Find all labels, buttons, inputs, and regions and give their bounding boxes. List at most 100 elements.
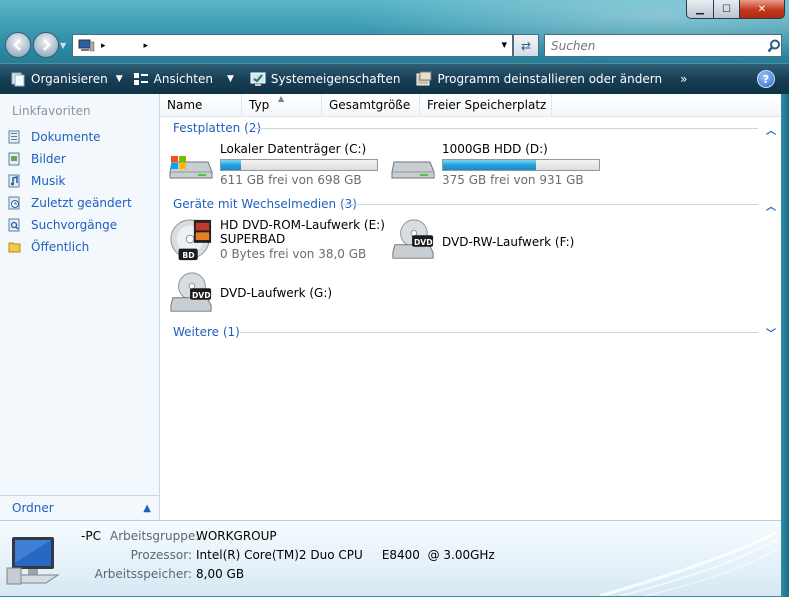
workgroup-row: Arbeitsgruppe: WORKGROUP: [110, 529, 277, 543]
chevron-down-icon: ▼: [115, 74, 123, 84]
column-headers: Name Typ ▲ Gesamtgröße Freier Speicherpl…: [160, 94, 781, 117]
minimize-button[interactable]: ▁: [686, 0, 714, 19]
uninstall-program-button[interactable]: Programm deinstallieren oder ändern: [412, 66, 666, 92]
search-box[interactable]: [544, 34, 782, 57]
column-header-total-size[interactable]: Gesamtgröße: [322, 94, 420, 116]
processor-label: Prozessor:: [130, 548, 192, 562]
group-header-hard-disks[interactable]: Festplatten (2): [173, 121, 261, 135]
drive-usage-fill: [443, 160, 537, 170]
processor-row: Prozessor: Intel(R) Core(TM)2 Duo CPU E8…: [110, 548, 495, 562]
address-bar[interactable]: ▸ ▸ ▾: [72, 34, 513, 57]
organize-menu[interactable]: Organisieren ▼: [6, 66, 127, 92]
sidebar-item-documents[interactable]: Dokumente: [8, 126, 132, 148]
column-label: Typ: [249, 98, 270, 112]
views-label: Ansichten: [153, 72, 213, 86]
dvd-badge: DVD: [414, 238, 433, 247]
group-divider: [240, 332, 758, 333]
system-properties-label: Systemeigenschaften: [270, 72, 401, 86]
drive-free-space: 375 GB frei von 931 GB: [442, 173, 584, 187]
programs-icon: [416, 71, 432, 86]
processor-value: Intel(R) Core(TM)2 Duo CPU E8400 @ 3.00G…: [196, 548, 495, 562]
drive-e[interactable]: BD HD DVD-ROM-Laufwerk (E:) SUPERBAD 0 B…: [168, 218, 385, 262]
drive-free-space: 611 GB frei von 698 GB: [220, 173, 362, 187]
chevron-down-icon[interactable]: ﹀: [766, 325, 776, 340]
dvd-rw-drive-icon: DVD: [392, 219, 434, 259]
bluray-drive-icon: BD: [170, 219, 212, 260]
more-commands-button[interactable]: »: [676, 66, 691, 92]
column-label: Gesamtgröße: [329, 98, 411, 112]
window-caption-buttons: ▁ ☐ ✕: [686, 0, 785, 20]
drive-info: HD DVD-ROM-Laufwerk (E:) SUPERBAD 0 Byte…: [220, 218, 385, 262]
column-label: Freier Speicherplatz: [427, 98, 547, 112]
dvd-badge: DVD: [192, 291, 211, 300]
address-separator[interactable]: ▸: [144, 41, 149, 51]
dvd-drive-icon: DVD: [170, 272, 212, 312]
drive-g[interactable]: DVD DVD-Laufwerk (G:): [168, 271, 332, 315]
navigation-bar: ▼ ▸ ▸ ▾ ⇄: [0, 30, 789, 60]
back-button[interactable]: [5, 32, 31, 58]
memory-row: Arbeitsspeicher: 8,00 GB: [90, 567, 244, 581]
documents-icon: [8, 130, 20, 144]
drive-d[interactable]: 1000GB HDD (D:) 375 GB frei von 931 GB: [390, 142, 600, 187]
address-separator[interactable]: ▸: [101, 41, 106, 51]
organize-label: Organisieren: [31, 72, 108, 86]
favorites-list: Dokumente Bilder Musik Zuletzt geändert …: [8, 126, 132, 258]
sidebar-item-music[interactable]: Musik: [8, 170, 132, 192]
system-properties-button[interactable]: Systemeigenschaften: [246, 66, 405, 92]
column-header-name[interactable]: Name: [160, 94, 242, 116]
group-header-removable[interactable]: Geräte mit Wechselmedien (3): [173, 197, 357, 211]
refresh-button[interactable]: ⇄: [513, 34, 539, 57]
sidebar-item-pictures[interactable]: Bilder: [8, 148, 132, 170]
chevron-up-icon[interactable]: ︿: [766, 198, 776, 213]
recent-pages-dropdown[interactable]: ▼: [60, 41, 66, 50]
help-icon: ?: [762, 72, 770, 86]
sidebar-item-label: Bilder: [31, 152, 66, 166]
forward-button[interactable]: [33, 32, 59, 58]
window-frame-right: [781, 94, 789, 597]
drive-free-space: 0 Bytes frei von 38,0 GB: [220, 247, 367, 261]
sidebar-item-recent[interactable]: Zuletzt geändert: [8, 192, 132, 214]
drive-info: DVD-Laufwerk (G:): [220, 271, 332, 315]
column-header-free-space[interactable]: Freier Speicherplatz: [420, 94, 552, 116]
views-menu[interactable]: Ansichten ▼: [129, 66, 238, 92]
content-area: Linkfavoriten Dokumente Bilder Musik Zul…: [0, 94, 781, 520]
sidebar-item-label: Dokumente: [31, 130, 101, 144]
address-dropdown-button[interactable]: ▾: [501, 38, 507, 51]
computer-icon: [78, 39, 95, 51]
sidebar-item-label: Öffentlich: [31, 240, 90, 254]
group-label: Weitere (1): [173, 325, 240, 339]
search-folder-icon: [8, 218, 20, 232]
close-button[interactable]: ✕: [740, 0, 785, 19]
search-icon[interactable]: [767, 39, 781, 53]
maximize-button[interactable]: ☐: [714, 0, 740, 19]
group-label: Festplatten (2): [173, 121, 262, 135]
sidebar-item-label: Zuletzt geändert: [31, 196, 132, 210]
group-divider: [340, 204, 758, 205]
folders-label: Ordner: [12, 501, 54, 515]
hard-drive-windows-icon: [169, 156, 213, 179]
more-chevron-icon: »: [680, 72, 688, 86]
sidebar-item-searches[interactable]: Suchvorgänge: [8, 214, 132, 236]
decorative-swoosh: [600, 531, 781, 596]
system-properties-icon: [250, 72, 266, 86]
drive-info: Lokaler Datenträger (C:) 611 GB frei von…: [220, 142, 378, 187]
drive-info: 1000GB HDD (D:) 375 GB frei von 931 GB: [442, 142, 600, 187]
drive-c[interactable]: Lokaler Datenträger (C:) 611 GB frei von…: [168, 142, 378, 187]
chevron-up-icon[interactable]: ︿: [766, 122, 776, 137]
drive-name: DVD-Laufwerk (G:): [220, 286, 333, 300]
favorites-title: Linkfavoriten: [12, 104, 91, 118]
sort-arrow-icon: ▲: [278, 94, 285, 103]
folders-toggle[interactable]: Ordner ▲: [0, 495, 159, 520]
details-pane: -PC Arbeitsgruppe: WORKGROUP Prozessor: …: [0, 520, 781, 596]
column-header-type[interactable]: Typ ▲: [242, 94, 322, 116]
memory-value: 8,00 GB: [196, 567, 245, 581]
drive-f[interactable]: DVD DVD-RW-Laufwerk (F:): [390, 218, 574, 262]
search-input[interactable]: [549, 37, 759, 54]
column-label: Name: [167, 98, 203, 112]
sidebar-item-public[interactable]: Öffentlich: [8, 236, 132, 258]
drive-usage-bar: [220, 159, 378, 171]
views-icon: [133, 73, 148, 85]
help-button[interactable]: ?: [757, 70, 775, 88]
group-header-other[interactable]: Weitere (1): [173, 325, 240, 339]
file-list-pane: Name Typ ▲ Gesamtgröße Freier Speicherpl…: [160, 94, 781, 520]
